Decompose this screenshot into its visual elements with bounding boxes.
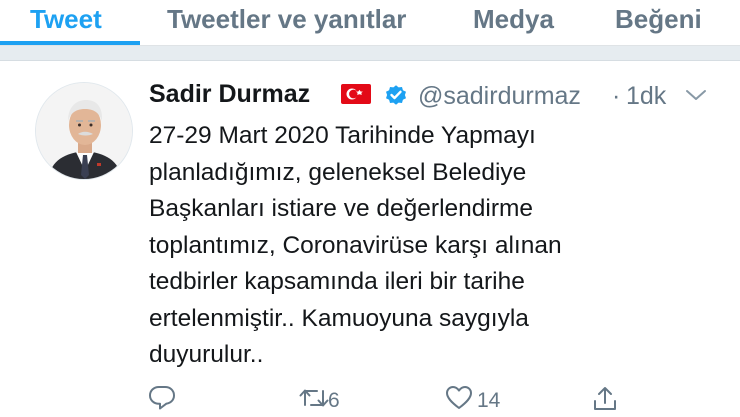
tweet-text-line: 27-29 Mart 2020 Tarihinde Yapmayı: [149, 122, 536, 149]
like-count: 14: [477, 389, 501, 412]
tab-tweets-and-replies[interactable]: Tweetler ve yanıtlar: [167, 4, 406, 35]
tweet-text-line: ertelenmiştir.. Kamuoyuna saygıyla: [149, 304, 529, 332]
retweet-icon: [299, 389, 329, 407]
tweet-text: 27-29 Mart 2020 Tarihinde Yapmayı planla…: [149, 118, 709, 374]
user-handle[interactable]: @sadirdurmaz: [418, 82, 581, 111]
reply-button[interactable]: [148, 383, 188, 413]
profile-tabs: Tweet Tweetler ve yanıtlar Medya Beğeni: [0, 0, 740, 45]
section-gap: [0, 46, 740, 60]
tab-media[interactable]: Medya: [473, 4, 554, 35]
section-divider: [0, 60, 740, 61]
retweet-count: 6: [328, 389, 340, 412]
flag-turkey-icon: [341, 84, 371, 104]
verified-badge-icon: [386, 85, 406, 105]
avatar-portrait: [36, 83, 132, 179]
retweet-button[interactable]: 6: [298, 383, 358, 413]
tweet-timestamp[interactable]: 1dk: [626, 82, 666, 111]
tweet-text-line: tedbirler kapsamında ileri bir tarihe: [149, 268, 525, 295]
heart-icon: [446, 386, 472, 409]
tweet-text-line: planladığımız, geleneksel Belediye: [149, 158, 527, 186]
tab-likes[interactable]: Beğeni: [615, 4, 702, 35]
tweet-text-line: Başkanları istiare ve değerlendirme: [149, 195, 534, 222]
share-button[interactable]: [592, 383, 622, 413]
like-button[interactable]: 14: [445, 383, 505, 413]
tweet-text-line: duyurulur..: [149, 341, 264, 368]
chevron-down-icon[interactable]: [684, 86, 708, 104]
tweet-text-line: toplantımız, Coronavirüse karşı alınan: [149, 231, 562, 259]
display-name[interactable]: Sadir Durmaz: [149, 80, 310, 109]
reply-icon: [149, 386, 175, 410]
share-icon: [594, 387, 616, 410]
avatar[interactable]: [35, 82, 133, 180]
separator-dot: ·: [612, 82, 621, 110]
tab-tweet[interactable]: Tweet: [30, 4, 102, 35]
